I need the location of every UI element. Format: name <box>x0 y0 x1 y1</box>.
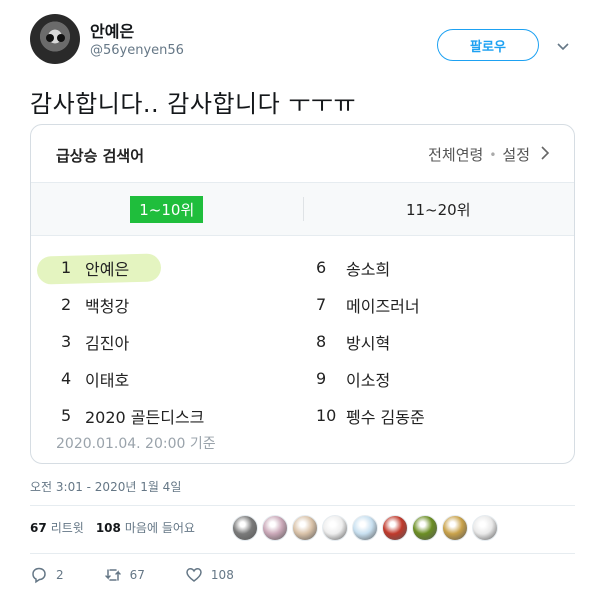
age-filter[interactable]: 전체연령 <box>428 144 483 165</box>
liker-avatar[interactable] <box>442 515 468 541</box>
rank-item[interactable]: 5 2020 골든디스크 <box>61 397 204 434</box>
like-action-count: 108 <box>210 568 234 582</box>
retweet-icon <box>104 569 121 581</box>
search-trend-card[interactable]: 급상승 검색어 전체연령 • 설정 1~10위 11~20위 1 안예은 2 백청강… <box>30 124 575 464</box>
rank-number: 1 <box>61 258 72 277</box>
rank-item[interactable]: 7 메이즈러너 <box>316 286 425 323</box>
rank-keyword: 송소희 <box>346 259 391 279</box>
avatar-eye <box>57 34 65 42</box>
rank-keyword: 펭수 김동준 <box>346 407 425 427</box>
rank-number: 9 <box>316 369 327 388</box>
chevron-down-icon[interactable] <box>556 38 570 52</box>
liker-avatar[interactable] <box>292 515 318 541</box>
tab-rank-11-20[interactable]: 11~20위 <box>303 183 575 236</box>
divider <box>30 505 575 506</box>
rank-item[interactable]: 9 이소정 <box>316 360 425 397</box>
avatar-eye <box>46 34 54 42</box>
tab-label: 11~20위 <box>405 201 471 219</box>
reply-icon <box>32 567 46 584</box>
rank-keyword: 이소정 <box>346 370 391 390</box>
rank-item[interactable]: 10 펭수 김동준 <box>316 397 425 434</box>
liker-avatar[interactable] <box>352 515 378 541</box>
rank-item[interactable]: 4 이태호 <box>61 360 204 397</box>
rank-keyword: 김진아 <box>85 333 130 353</box>
rank-number: 10 <box>316 406 337 425</box>
tab-rank-1-10[interactable]: 1~10위 <box>31 183 303 236</box>
rank-number: 2 <box>61 295 72 314</box>
user-avatar[interactable] <box>30 14 80 64</box>
rank-keyword: 백청강 <box>85 296 130 316</box>
chevron-right-icon[interactable] <box>540 145 550 164</box>
rank-number: 4 <box>61 369 72 388</box>
rank-list-right: 6 송소희 7 메이즈러너 8 방시혁 9 이소정 10 펭수 김동준 <box>316 249 425 434</box>
liker-avatar[interactable] <box>322 515 348 541</box>
tweet-timestamp[interactable]: 오전 3:01 - 2020년 1월 4일 <box>30 478 181 495</box>
user-handle[interactable]: @56yenyen56 <box>90 43 184 58</box>
liker-avatar[interactable] <box>262 515 288 541</box>
rank-tabs: 1~10위 11~20위 <box>31 183 574 236</box>
rank-number: 3 <box>61 332 72 351</box>
card-title: 급상승 검색어 <box>56 147 145 165</box>
tweet-actions: 2 67 108 <box>30 566 274 584</box>
card-options[interactable]: 전체연령 • 설정 <box>428 144 550 165</box>
rank-keyword: 안예은 <box>85 259 130 279</box>
reply-button[interactable]: 2 <box>30 566 64 584</box>
liker-avatar[interactable] <box>472 515 498 541</box>
rank-keyword: 이태호 <box>85 370 130 390</box>
rank-item[interactable]: 6 송소희 <box>316 249 425 286</box>
rank-number: 7 <box>316 295 327 314</box>
rank-item[interactable]: 3 김진아 <box>61 323 204 360</box>
card-header: 급상승 검색어 전체연령 • 설정 <box>31 125 574 183</box>
rank-number: 6 <box>316 258 327 277</box>
liker-avatar[interactable] <box>412 515 438 541</box>
rank-list-left: 1 안예은 2 백청강 3 김진아 4 이태호 5 2020 골든디스크 <box>61 249 204 434</box>
dot-separator: • <box>489 147 497 162</box>
rank-number: 5 <box>61 406 72 425</box>
follow-button[interactable]: 팔로우 <box>437 29 539 61</box>
retweet-count[interactable]: 67 <box>30 521 47 535</box>
tweet-text: 감사합니다.. 감사합니다 ㅜㅜㅠ <box>30 90 357 118</box>
settings-link[interactable]: 설정 <box>502 144 530 165</box>
rank-keyword: 2020 골든디스크 <box>85 407 205 427</box>
tweet-stats: 67 리트윗 108 마음에 들어요 <box>30 519 195 536</box>
rank-number: 8 <box>316 332 327 351</box>
liker-avatar[interactable] <box>232 515 258 541</box>
like-button[interactable]: 108 <box>185 566 234 584</box>
like-count[interactable]: 108 <box>96 521 121 535</box>
divider <box>30 553 575 554</box>
tab-label: 1~10위 <box>130 196 204 223</box>
liker-avatar[interactable] <box>382 515 408 541</box>
rank-keyword: 방시혁 <box>346 333 391 353</box>
rank-item[interactable]: 8 방시혁 <box>316 323 425 360</box>
retweet-label[interactable]: 리트윗 <box>51 519 84 536</box>
rank-item[interactable]: 1 안예은 <box>61 249 204 286</box>
user-name[interactable]: 안예은 <box>90 18 134 42</box>
retweet-button[interactable]: 67 <box>104 566 145 584</box>
like-label[interactable]: 마음에 들어요 <box>125 519 195 536</box>
retweet-action-count: 67 <box>129 568 145 582</box>
reply-count: 2 <box>56 568 64 582</box>
rank-item[interactable]: 2 백청강 <box>61 286 204 323</box>
heart-icon <box>186 568 202 582</box>
rank-keyword: 메이즈러너 <box>346 296 420 316</box>
liker-avatars <box>232 515 502 541</box>
card-timestamp: 2020.01.04. 20:00 기준 <box>56 436 216 452</box>
